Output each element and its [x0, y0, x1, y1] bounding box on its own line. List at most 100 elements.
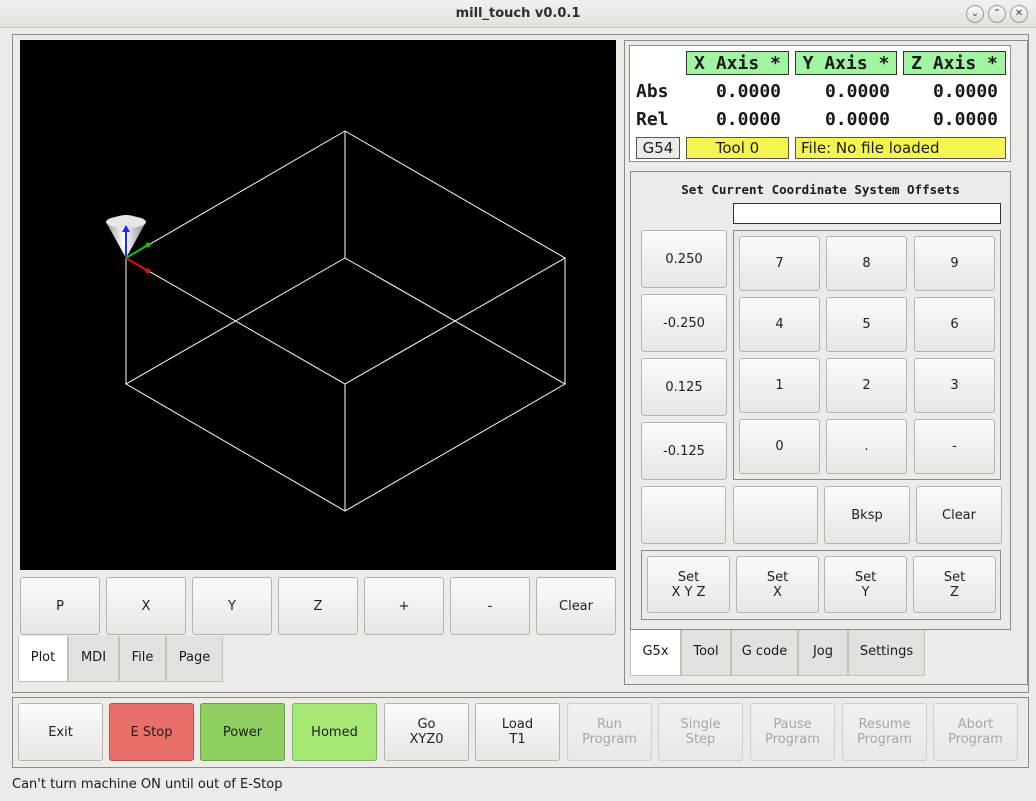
keypad-minus-button[interactable]: - — [914, 419, 995, 474]
plot-p-button[interactable]: P — [20, 577, 100, 635]
keypad-label: 1 — [775, 378, 784, 393]
increment-button[interactable]: 0.125 — [641, 358, 727, 416]
tab-label: Tool — [693, 644, 719, 659]
keypad-9-button[interactable]: 9 — [914, 236, 995, 291]
tab-g5x[interactable]: G5x — [630, 630, 681, 676]
blank-2-button[interactable] — [733, 486, 818, 544]
set-x-button[interactable]: Set X — [736, 556, 819, 613]
button-label-line2: X — [773, 584, 782, 600]
plot-x-button[interactable]: X — [106, 577, 186, 635]
button-label-line1: Go — [417, 717, 436, 732]
wireframe-plot — [106, 130, 567, 512]
tab-label: G code — [741, 644, 788, 659]
single-step-button: Single Step — [658, 703, 743, 761]
tab-mdi[interactable]: MDI — [68, 636, 119, 682]
increment-label: 0.250 — [665, 251, 703, 267]
keypad-8-button[interactable]: 8 — [826, 236, 907, 291]
button-label-line1: E Stop — [130, 724, 173, 740]
keypad-0-button[interactable]: 0 — [739, 419, 820, 474]
tab-label: File — [131, 650, 154, 665]
keypad-7-button[interactable]: 7 — [739, 236, 820, 291]
bksp-button[interactable]: Bksp — [824, 486, 910, 544]
keypad-5-button[interactable]: 5 — [826, 297, 907, 352]
button-label-line2: Program — [857, 732, 912, 747]
plot-minus-button[interactable]: - — [450, 577, 530, 635]
plot-clear-button[interactable]: Clear — [536, 577, 616, 635]
button-label-line2: Program — [765, 732, 820, 747]
homed-button[interactable]: Homed — [292, 703, 377, 761]
button-label-line1: Load — [501, 717, 534, 732]
tab-plot[interactable]: Plot — [18, 636, 68, 682]
button-label-line2: X Y Z — [671, 584, 706, 600]
minimize-icon[interactable]: ⌄ — [966, 5, 984, 23]
load-t1-button[interactable]: Load T1 — [475, 703, 560, 761]
plot-button-label: Clear — [559, 598, 593, 614]
backplot-canvas[interactable] — [20, 40, 616, 570]
plot-z-button[interactable]: Z — [278, 577, 358, 635]
tab-g-code[interactable]: G code — [731, 630, 798, 676]
increment-button[interactable]: 0.250 — [641, 230, 727, 288]
y-axis-header[interactable]: Y Axis * — [795, 51, 897, 75]
tab-file[interactable]: File — [119, 636, 166, 682]
rel-x-value: 0.0000 — [715, 109, 781, 130]
tab-label: G5x — [642, 644, 669, 659]
rel-z-value: 0.0000 — [932, 109, 998, 130]
set-z-button[interactable]: Set Z — [913, 556, 996, 613]
plot-button-label: Y — [228, 598, 236, 614]
set-xyz-button[interactable]: Set X Y Z — [647, 556, 730, 613]
file-indicator: File: No file loaded — [795, 137, 1006, 159]
keypad-3-button[interactable]: 3 — [914, 358, 995, 413]
keypad-4-button[interactable]: 4 — [739, 297, 820, 352]
tool-cone-icon — [106, 215, 151, 274]
power-button[interactable]: Power — [200, 703, 285, 761]
button-label: Bksp — [851, 507, 883, 523]
plot-button-label: - — [487, 598, 493, 614]
keypad-label: 9 — [950, 256, 959, 271]
keypad-label: 5 — [862, 317, 871, 332]
button-label-line1: Power — [222, 724, 263, 740]
clear-button[interactable]: Clear — [916, 486, 1002, 544]
blank-1-button[interactable] — [641, 486, 726, 544]
offset-entry-field[interactable] — [733, 203, 1001, 224]
plot-button-label: Z — [313, 598, 323, 614]
go-xyz0-button[interactable]: Go XYZ0 — [384, 703, 469, 761]
tab-settings[interactable]: Settings — [848, 630, 925, 676]
tab-tool[interactable]: Tool — [681, 630, 731, 676]
keypad-label: 6 — [950, 317, 959, 332]
rel-label: Rel — [636, 109, 669, 130]
keypad-label: 0 — [775, 439, 784, 454]
keypad-dot-button[interactable]: . — [826, 419, 907, 474]
button-label-line1: Abort — [957, 717, 994, 732]
window-title: mill_touch v0.0.1 — [455, 6, 581, 21]
increment-button[interactable]: -0.250 — [641, 294, 727, 352]
button-label: Clear — [942, 507, 976, 523]
coord-system-label: G54 — [636, 137, 680, 159]
button-label-line2: Z — [950, 584, 959, 600]
button-label-line1: Run — [597, 717, 622, 732]
keypad-label: 7 — [775, 256, 784, 271]
button-label-line1: Single — [680, 717, 721, 732]
tool-indicator: Tool 0 — [686, 137, 789, 159]
x-axis-header[interactable]: X Axis * — [686, 51, 789, 75]
plot-y-button[interactable]: Y — [192, 577, 272, 635]
tab-jog[interactable]: Jog — [798, 630, 848, 676]
keypad-1-button[interactable]: 1 — [739, 358, 820, 413]
tab-page[interactable]: Page — [166, 636, 223, 682]
button-label-line1: Set — [677, 569, 700, 585]
close-icon[interactable]: ✕ — [1010, 5, 1028, 23]
keypad-2-button[interactable]: 2 — [826, 358, 907, 413]
increment-button[interactable]: -0.125 — [641, 422, 727, 480]
tab-label: Page — [178, 650, 211, 665]
button-label-line1: Exit — [48, 724, 73, 740]
e-stop-button[interactable]: E Stop — [109, 703, 194, 761]
plot-plus-button[interactable]: + — [364, 577, 444, 635]
keypad-6-button[interactable]: 6 — [914, 297, 995, 352]
tab-label: Settings — [859, 644, 914, 659]
offsets-title: Set Current Coordinate System Offsets — [681, 182, 960, 197]
maximize-icon[interactable]: ⌃ — [988, 5, 1006, 23]
button-label-line1: Set — [943, 569, 966, 585]
exit-button[interactable]: Exit — [18, 703, 103, 761]
set-y-button[interactable]: Set Y — [824, 556, 907, 613]
abs-z-value: 0.0000 — [932, 81, 998, 102]
z-axis-header[interactable]: Z Axis * — [903, 51, 1006, 75]
